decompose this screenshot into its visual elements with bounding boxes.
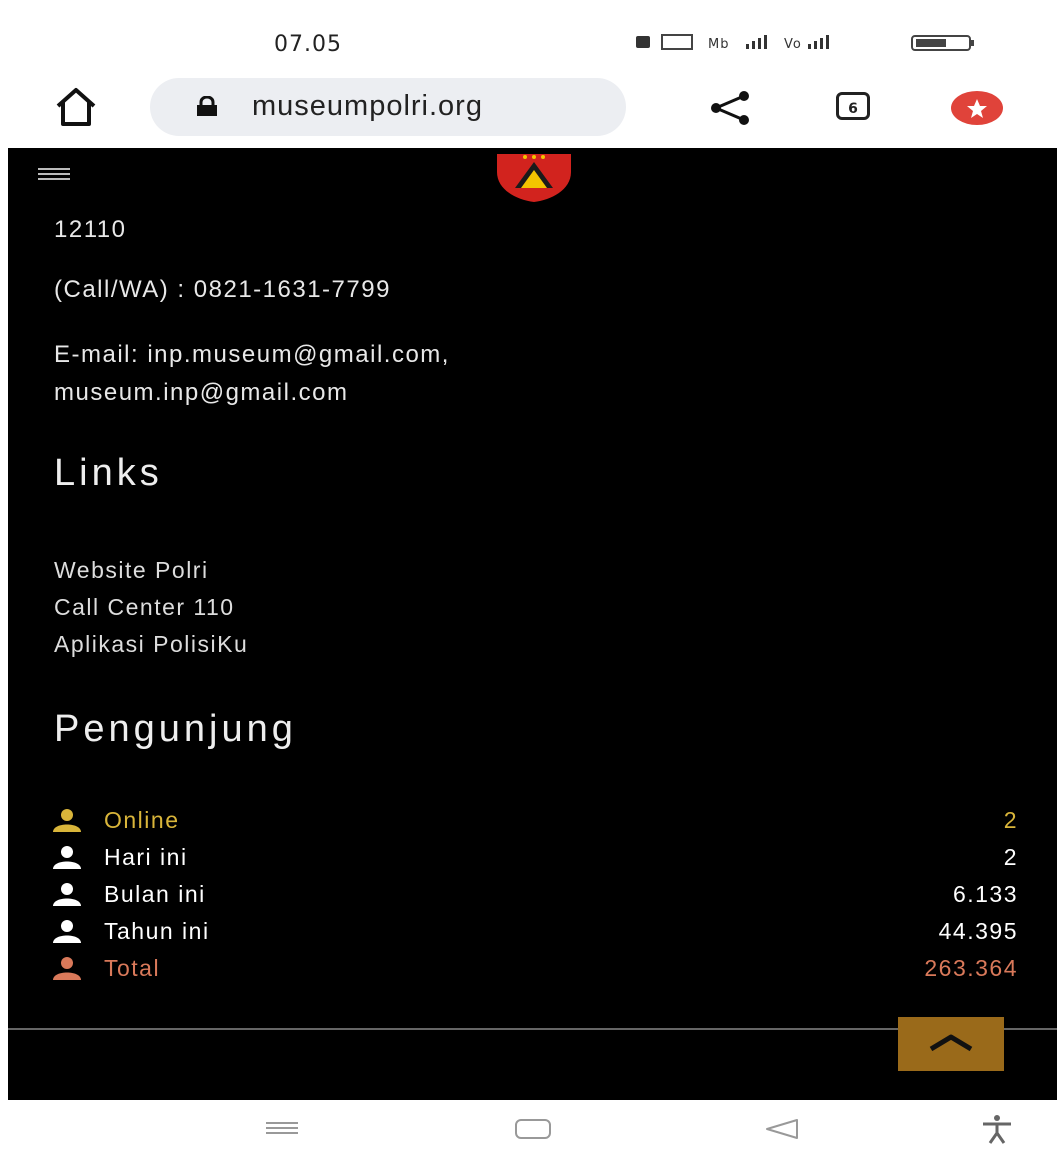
- stat-value: 44.395: [938, 918, 1018, 944]
- stat-row-total: Total 263.364: [52, 952, 1018, 989]
- link-call-center[interactable]: Call Center 110: [54, 589, 248, 626]
- recent-apps-icon[interactable]: [264, 1120, 300, 1136]
- visitors-heading: Pengunjung: [54, 708, 297, 750]
- status-icons: Mb Vo: [636, 32, 981, 59]
- back-to-top-button[interactable]: [898, 1017, 1004, 1071]
- stat-label: Total: [104, 955, 161, 981]
- stat-row-today: Hari ini 2: [52, 841, 1018, 878]
- browser-toolbar: museumpolri.org 6: [0, 72, 1057, 148]
- user-icon: [53, 957, 81, 980]
- svg-text:Mb: Mb: [708, 37, 729, 52]
- stat-label: Hari ini: [104, 844, 188, 870]
- stat-label: Tahun ini: [104, 918, 210, 944]
- tabs-count-button[interactable]: 6: [836, 92, 870, 120]
- link-aplikasi-polisiku[interactable]: Aplikasi PolisiKu: [54, 626, 248, 663]
- links-heading: Links: [54, 452, 163, 494]
- police-logo[interactable]: [491, 150, 577, 202]
- extension-icon[interactable]: [950, 90, 1004, 126]
- stat-label: Online: [104, 807, 180, 833]
- home-nav-icon[interactable]: [514, 1118, 552, 1140]
- status-indicators-icon: Mb Vo: [636, 34, 974, 52]
- email-line[interactable]: E-mail: inp.museum@gmail.com,: [54, 336, 450, 374]
- share-icon[interactable]: [708, 90, 752, 126]
- status-bar: 07.05 Mb Vo: [0, 0, 1057, 78]
- hamburger-icon[interactable]: [38, 168, 70, 182]
- page-content: 12110 (Call/WA) : 0821-1631-7799 E-mail:…: [8, 148, 1057, 1100]
- user-icon: [53, 883, 81, 906]
- svg-text:Vo: Vo: [784, 37, 802, 52]
- phone-number[interactable]: (Call/WA) : 0821-1631-7799: [54, 276, 391, 304]
- back-nav-icon[interactable]: [764, 1118, 800, 1140]
- user-icon: [53, 809, 81, 832]
- accessibility-icon[interactable]: [980, 1114, 1014, 1144]
- stat-value: 2: [1003, 844, 1018, 870]
- system-nav-bar: [0, 1100, 1057, 1153]
- stat-row-online: Online 2: [52, 804, 1018, 841]
- stat-value: 263.364: [924, 955, 1018, 981]
- stat-row-year: Tahun ini 44.395: [52, 915, 1018, 952]
- stat-value: 6.133: [952, 881, 1018, 907]
- home-icon[interactable]: [52, 86, 100, 128]
- link-website-polri[interactable]: Website Polri: [54, 552, 248, 589]
- lock-icon: [197, 96, 217, 116]
- email-block: E-mail: inp.museum@gmail.com, museum.inp…: [54, 336, 450, 412]
- links-list: Website Polri Call Center 110 Aplikasi P…: [54, 552, 248, 663]
- address-bar[interactable]: museumpolri.org: [150, 78, 626, 136]
- postal-code: 12110: [54, 216, 127, 243]
- url-text: museumpolri.org: [252, 90, 483, 122]
- visitor-stats: Online 2 Hari ini 2 Bulan ini 6.133 Tahu…: [52, 804, 1018, 989]
- stat-value: 2: [1003, 807, 1018, 833]
- status-time: 07.05: [274, 32, 342, 57]
- user-icon: [53, 920, 81, 943]
- user-icon: [53, 846, 81, 869]
- stat-row-month: Bulan ini 6.133: [52, 878, 1018, 915]
- email-line[interactable]: museum.inp@gmail.com: [54, 374, 450, 412]
- stat-label: Bulan ini: [104, 881, 206, 907]
- chevron-up-icon: [929, 1034, 973, 1052]
